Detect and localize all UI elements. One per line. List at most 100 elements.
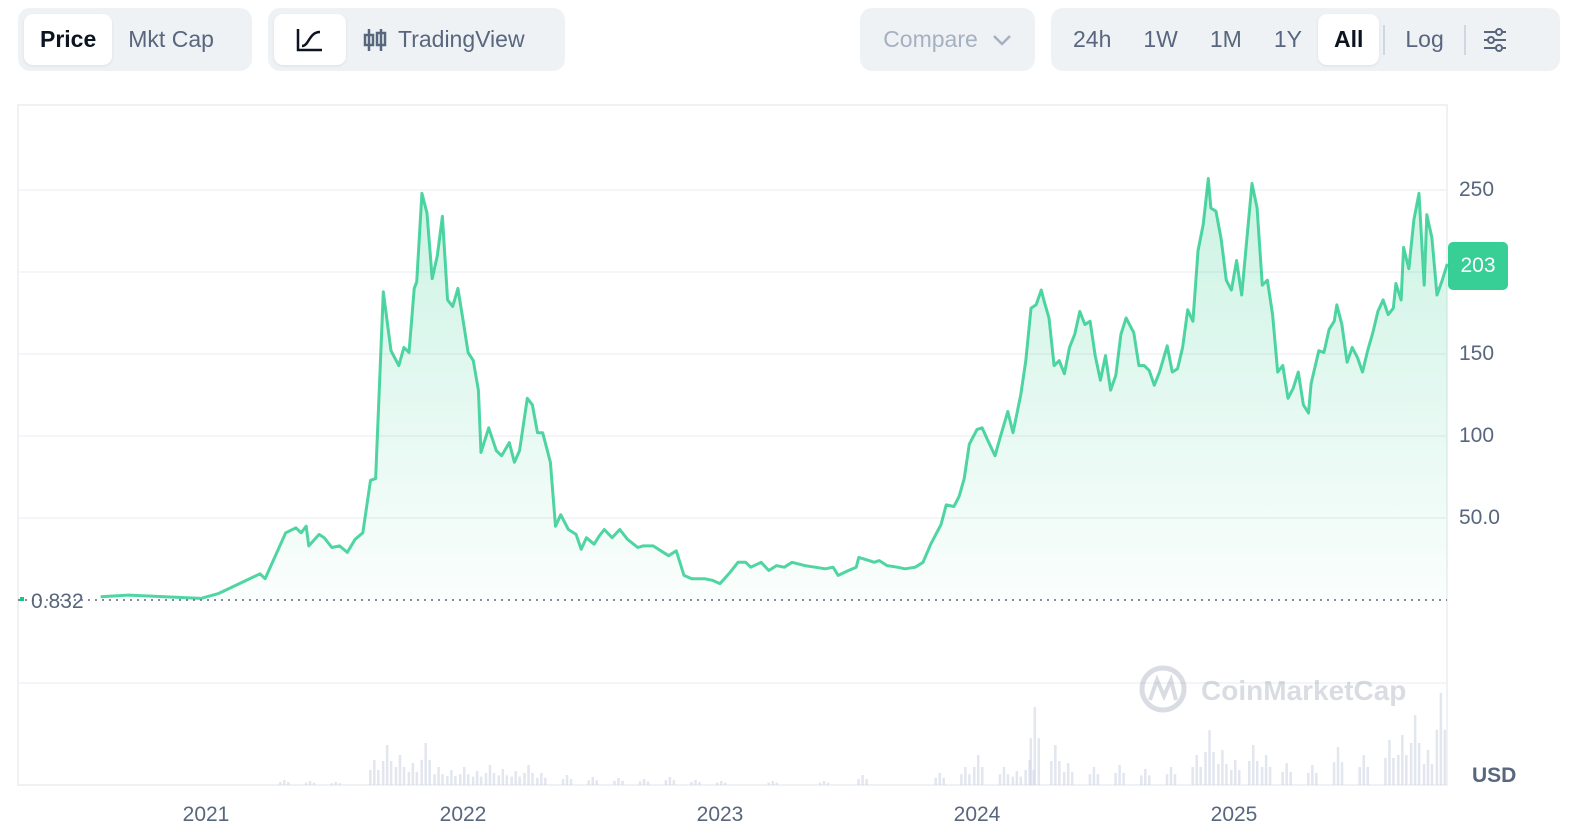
volume-bar	[424, 743, 427, 785]
volume-bar	[1114, 773, 1117, 785]
volume-bar	[973, 767, 976, 785]
y-tick: 250	[1459, 178, 1495, 201]
volume-bar	[411, 763, 415, 785]
volume-bar	[501, 769, 505, 785]
volume-bar	[1011, 776, 1015, 785]
volume-bar	[398, 755, 402, 785]
volume-bar	[565, 775, 569, 785]
volume-bar	[1066, 763, 1070, 785]
volume-bar	[1392, 758, 1395, 785]
volume-bar	[960, 774, 963, 785]
volume-bar	[698, 782, 701, 785]
volume-bar	[484, 773, 488, 785]
volume-bar	[1366, 767, 1369, 785]
volume-bar	[968, 774, 971, 785]
volume-bar	[514, 771, 517, 785]
volume-bar	[334, 782, 337, 785]
volume-bar	[1029, 738, 1033, 785]
volume-bar	[1050, 761, 1053, 785]
volume-bar	[1285, 763, 1288, 785]
volume-bar	[977, 755, 980, 785]
x-tick: 2025	[1210, 803, 1258, 826]
volume-bar	[861, 775, 864, 785]
volume-bar	[981, 767, 984, 785]
volume-bar	[587, 780, 590, 785]
volume-bar	[1311, 765, 1314, 785]
volume-bar	[826, 782, 830, 785]
volume-bar	[865, 779, 868, 785]
volume-bar	[1140, 775, 1143, 785]
volume-bar	[394, 767, 398, 785]
volume-bar	[822, 781, 826, 785]
volume-bar	[402, 767, 406, 785]
volume-bar	[1015, 771, 1019, 785]
start-price-label: 0.832	[31, 590, 84, 613]
volume-bar	[450, 770, 453, 785]
volume-bar	[1388, 740, 1391, 785]
volume-bar	[1307, 773, 1310, 785]
volume-bar	[415, 771, 419, 785]
volume-bar	[1247, 761, 1251, 785]
volume-bar	[527, 765, 530, 785]
volume-bar	[1096, 774, 1100, 785]
volume-bar	[621, 780, 624, 785]
volume-bar	[1037, 738, 1041, 785]
volume-bar	[938, 773, 941, 785]
watermark-text: CoinMarketCap	[1201, 675, 1406, 706]
price-chart[interactable]: CoinMarketCap	[0, 0, 1586, 836]
volume-bar	[463, 767, 466, 785]
volume-bar	[664, 780, 668, 785]
volume-bar	[1204, 752, 1207, 785]
volume-bar	[1217, 764, 1220, 785]
volume-bar	[279, 782, 282, 785]
volume-bar	[433, 774, 436, 785]
volume-bar	[1443, 729, 1447, 785]
volume-bar	[1195, 755, 1198, 785]
volume-bar	[1122, 773, 1125, 785]
volume-bar	[694, 780, 697, 785]
volume-bar	[1208, 730, 1211, 785]
volume-bar	[1315, 773, 1318, 785]
volume-bar	[1148, 775, 1151, 785]
volume-bar	[1260, 767, 1264, 785]
volume-bar	[767, 782, 770, 785]
volume-bar	[1212, 752, 1215, 785]
volume-bar	[437, 767, 440, 785]
volume-bar	[942, 777, 945, 785]
volume-bar	[459, 774, 462, 785]
volume-bar	[1199, 767, 1202, 785]
volume-bar	[1191, 767, 1194, 785]
volume-bar	[1358, 767, 1361, 785]
volume-bar	[304, 782, 308, 785]
volume-bar	[1118, 765, 1121, 785]
volume-bar	[1144, 769, 1147, 785]
volume-bar	[638, 781, 642, 785]
volume-bar	[389, 761, 393, 785]
volume-bar	[283, 780, 286, 785]
volume-bar	[1281, 771, 1284, 785]
volume-bar	[1054, 745, 1057, 785]
volume-bar	[1088, 774, 1092, 785]
y-tick: 150	[1459, 342, 1495, 365]
volume-bar	[646, 781, 650, 785]
volume-bar	[518, 776, 521, 785]
volume-bar	[998, 774, 1002, 785]
volume-bar	[1289, 771, 1292, 785]
volume-bar	[1426, 750, 1430, 785]
volume-bar	[1422, 764, 1426, 785]
volume-bar	[385, 745, 389, 785]
volume-bar	[1417, 743, 1421, 785]
volume-bar	[1230, 770, 1233, 785]
volume-bar	[595, 780, 598, 785]
volume-bar	[369, 770, 372, 785]
volume-bar	[1340, 762, 1344, 785]
volume-bar	[591, 777, 594, 785]
volume-bar	[720, 781, 723, 785]
volume-bar	[724, 782, 727, 785]
volume-bar	[613, 780, 616, 785]
volume-bar	[934, 777, 937, 785]
volume-bar	[1070, 771, 1074, 785]
volume-bar	[672, 780, 676, 785]
volume-bar	[1255, 761, 1259, 785]
x-tick: 2023	[696, 803, 744, 826]
